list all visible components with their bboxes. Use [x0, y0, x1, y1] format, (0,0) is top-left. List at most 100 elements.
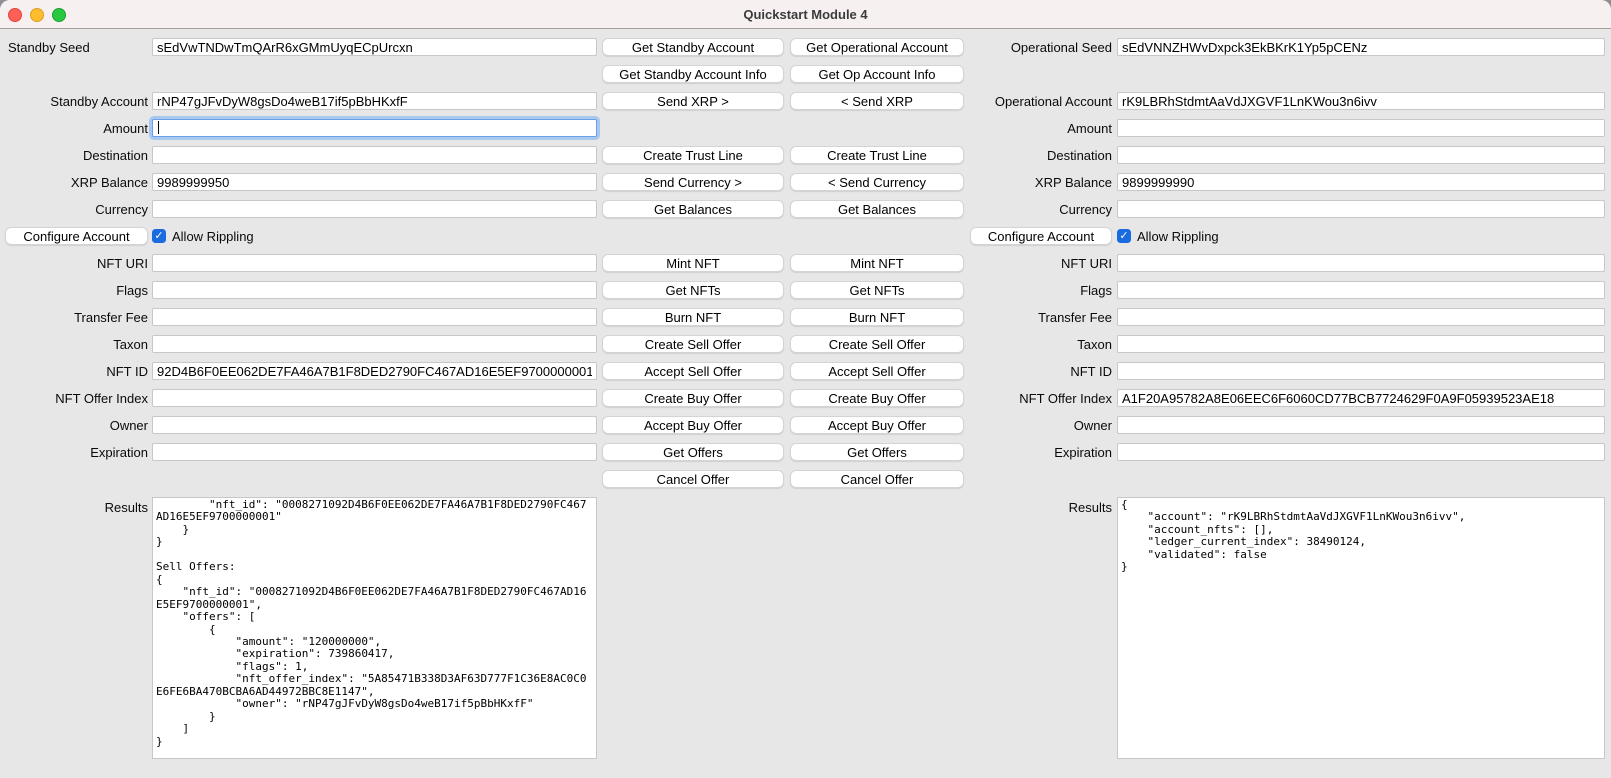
operational-expiration-label: Expiration: [1054, 445, 1112, 460]
operational-burn-nft-button[interactable]: Burn NFT: [790, 308, 964, 326]
app-window: Quickstart Module 4 Standby Seed Get Sta…: [0, 0, 1611, 778]
standby-expiration-input[interactable]: [152, 443, 597, 461]
send-currency-right-button[interactable]: Send Currency >: [602, 173, 784, 191]
operational-owner-input[interactable]: [1117, 416, 1605, 434]
operational-destination-input[interactable]: [1117, 146, 1605, 164]
row-nft-offer-index: NFT Offer Index Create Buy Offer Create …: [0, 389, 1611, 407]
operational-amount-label: Amount: [1067, 121, 1112, 136]
operational-accept-buy-offer-button[interactable]: Accept Buy Offer: [790, 416, 964, 434]
standby-account-label: Standby Account: [50, 94, 148, 109]
row-taxon: Taxon Create Sell Offer Create Sell Offe…: [0, 335, 1611, 353]
operational-amount-input[interactable]: [1117, 119, 1605, 137]
operational-seed-label: Operational Seed: [1011, 40, 1112, 55]
row-amount: Amount Amount: [0, 119, 1611, 137]
operational-expiration-input[interactable]: [1117, 443, 1605, 461]
operational-nft-uri-input[interactable]: [1117, 254, 1605, 272]
standby-create-sell-offer-button[interactable]: Create Sell Offer: [602, 335, 784, 353]
standby-allow-rippling: Allow Rippling: [152, 229, 597, 244]
standby-nft-offer-index-label: NFT Offer Index: [55, 391, 148, 406]
close-button[interactable]: [8, 8, 22, 22]
standby-amount-input[interactable]: [152, 119, 597, 137]
operational-flags-label: Flags: [1080, 283, 1112, 298]
operational-xrp-balance-input[interactable]: [1117, 173, 1605, 191]
operational-create-buy-offer-button[interactable]: Create Buy Offer: [790, 389, 964, 407]
standby-taxon-label: Taxon: [113, 337, 148, 352]
standby-nft-offer-index-input[interactable]: [152, 389, 597, 407]
standby-configure-account-button[interactable]: Configure Account: [5, 227, 148, 245]
traffic-lights: [8, 8, 66, 22]
zoom-button[interactable]: [52, 8, 66, 22]
operational-get-offers-button[interactable]: Get Offers: [790, 443, 964, 461]
row-currency: Currency Get Balances Get Balances Curre…: [0, 200, 1611, 218]
standby-seed-input[interactable]: [152, 38, 597, 56]
standby-owner-input[interactable]: [152, 416, 597, 434]
row-xrp-balance: XRP Balance Send Currency > < Send Curre…: [0, 173, 1611, 191]
operational-transfer-fee-label: Transfer Fee: [1038, 310, 1112, 325]
operational-currency-input[interactable]: [1117, 200, 1605, 218]
standby-flags-input[interactable]: [152, 281, 597, 299]
title-bar: Quickstart Module 4: [0, 0, 1611, 29]
send-currency-left-button[interactable]: < Send Currency: [790, 173, 964, 191]
operational-account-input[interactable]: [1117, 92, 1605, 110]
standby-allow-rippling-checkbox[interactable]: [152, 229, 166, 243]
standby-accept-sell-offer-button[interactable]: Accept Sell Offer: [602, 362, 784, 380]
operational-nft-id-input[interactable]: [1117, 362, 1605, 380]
minimize-button[interactable]: [30, 8, 44, 22]
get-standby-account-info-button[interactable]: Get Standby Account Info: [602, 65, 784, 83]
operational-results-textarea[interactable]: { "account": "rK9LBRhStdmtAaVdJXGVF1LnKW…: [1117, 497, 1605, 759]
standby-taxon-input[interactable]: [152, 335, 597, 353]
row-nft-id: NFT ID Accept Sell Offer Accept Sell Off…: [0, 362, 1611, 380]
get-standby-account-button[interactable]: Get Standby Account: [602, 38, 784, 56]
standby-flags-label: Flags: [116, 283, 148, 298]
operational-cancel-offer-button[interactable]: Cancel Offer: [790, 470, 964, 488]
standby-nft-id-input[interactable]: [152, 362, 597, 380]
operational-get-nfts-button[interactable]: Get NFTs: [790, 281, 964, 299]
standby-get-nfts-button[interactable]: Get NFTs: [602, 281, 784, 299]
send-xrp-left-button[interactable]: < Send XRP: [790, 92, 964, 110]
row-nft-uri: NFT URI Mint NFT Mint NFT NFT URI: [0, 254, 1611, 272]
standby-get-balances-button[interactable]: Get Balances: [602, 200, 784, 218]
operational-taxon-label: Taxon: [1077, 337, 1112, 352]
operational-nft-id-label: NFT ID: [1070, 364, 1112, 379]
operational-create-trust-line-button[interactable]: Create Trust Line: [790, 146, 964, 164]
operational-results-label: Results: [1069, 500, 1112, 515]
standby-destination-input[interactable]: [152, 146, 597, 164]
operational-allow-rippling-checkbox[interactable]: [1117, 229, 1131, 243]
operational-nft-offer-index-input[interactable]: [1117, 389, 1605, 407]
standby-mint-nft-button[interactable]: Mint NFT: [602, 254, 784, 272]
row-account: Standby Account Send XRP > < Send XRP Op…: [0, 92, 1611, 110]
standby-nft-uri-input[interactable]: [152, 254, 597, 272]
operational-mint-nft-button[interactable]: Mint NFT: [790, 254, 964, 272]
standby-currency-input[interactable]: [152, 200, 597, 218]
operational-currency-label: Currency: [1059, 202, 1112, 217]
get-op-account-info-button[interactable]: Get Op Account Info: [790, 65, 964, 83]
standby-create-trust-line-button[interactable]: Create Trust Line: [602, 146, 784, 164]
operational-owner-label: Owner: [1074, 418, 1112, 433]
operational-taxon-input[interactable]: [1117, 335, 1605, 353]
operational-results-text: { "account": "rK9LBRhStdmtAaVdJXGVF1LnKW…: [1118, 498, 1604, 574]
get-operational-account-button[interactable]: Get Operational Account: [790, 38, 964, 56]
operational-accept-sell-offer-button[interactable]: Accept Sell Offer: [790, 362, 964, 380]
form-area: Standby Seed Get Standby Account Get Ope…: [0, 29, 1611, 759]
standby-transfer-fee-input[interactable]: [152, 308, 597, 326]
standby-xrp-balance-label: XRP Balance: [71, 175, 148, 190]
operational-get-balances-button[interactable]: Get Balances: [790, 200, 964, 218]
operational-create-sell-offer-button[interactable]: Create Sell Offer: [790, 335, 964, 353]
operational-seed-input[interactable]: [1117, 38, 1605, 56]
standby-create-buy-offer-button[interactable]: Create Buy Offer: [602, 389, 784, 407]
standby-account-input[interactable]: [152, 92, 597, 110]
standby-burn-nft-button[interactable]: Burn NFT: [602, 308, 784, 326]
standby-allow-rippling-label: Allow Rippling: [172, 229, 254, 244]
send-xrp-right-button[interactable]: Send XRP >: [602, 92, 784, 110]
operational-transfer-fee-input[interactable]: [1117, 308, 1605, 326]
operational-flags-input[interactable]: [1117, 281, 1605, 299]
standby-results-text: "nft_id": "0008271092D4B6F0EE062DE7FA46A…: [153, 498, 589, 748]
standby-xrp-balance-input[interactable]: [152, 173, 597, 191]
standby-accept-buy-offer-button[interactable]: Accept Buy Offer: [602, 416, 784, 434]
row-results: Results "nft_id": "0008271092D4B6F0EE062…: [0, 497, 1611, 759]
standby-get-offers-button[interactable]: Get Offers: [602, 443, 784, 461]
operational-allow-rippling: Allow Rippling: [1117, 229, 1605, 244]
standby-results-textarea[interactable]: "nft_id": "0008271092D4B6F0EE062DE7FA46A…: [152, 497, 597, 759]
operational-configure-account-button[interactable]: Configure Account: [970, 227, 1112, 245]
standby-cancel-offer-button[interactable]: Cancel Offer: [602, 470, 784, 488]
